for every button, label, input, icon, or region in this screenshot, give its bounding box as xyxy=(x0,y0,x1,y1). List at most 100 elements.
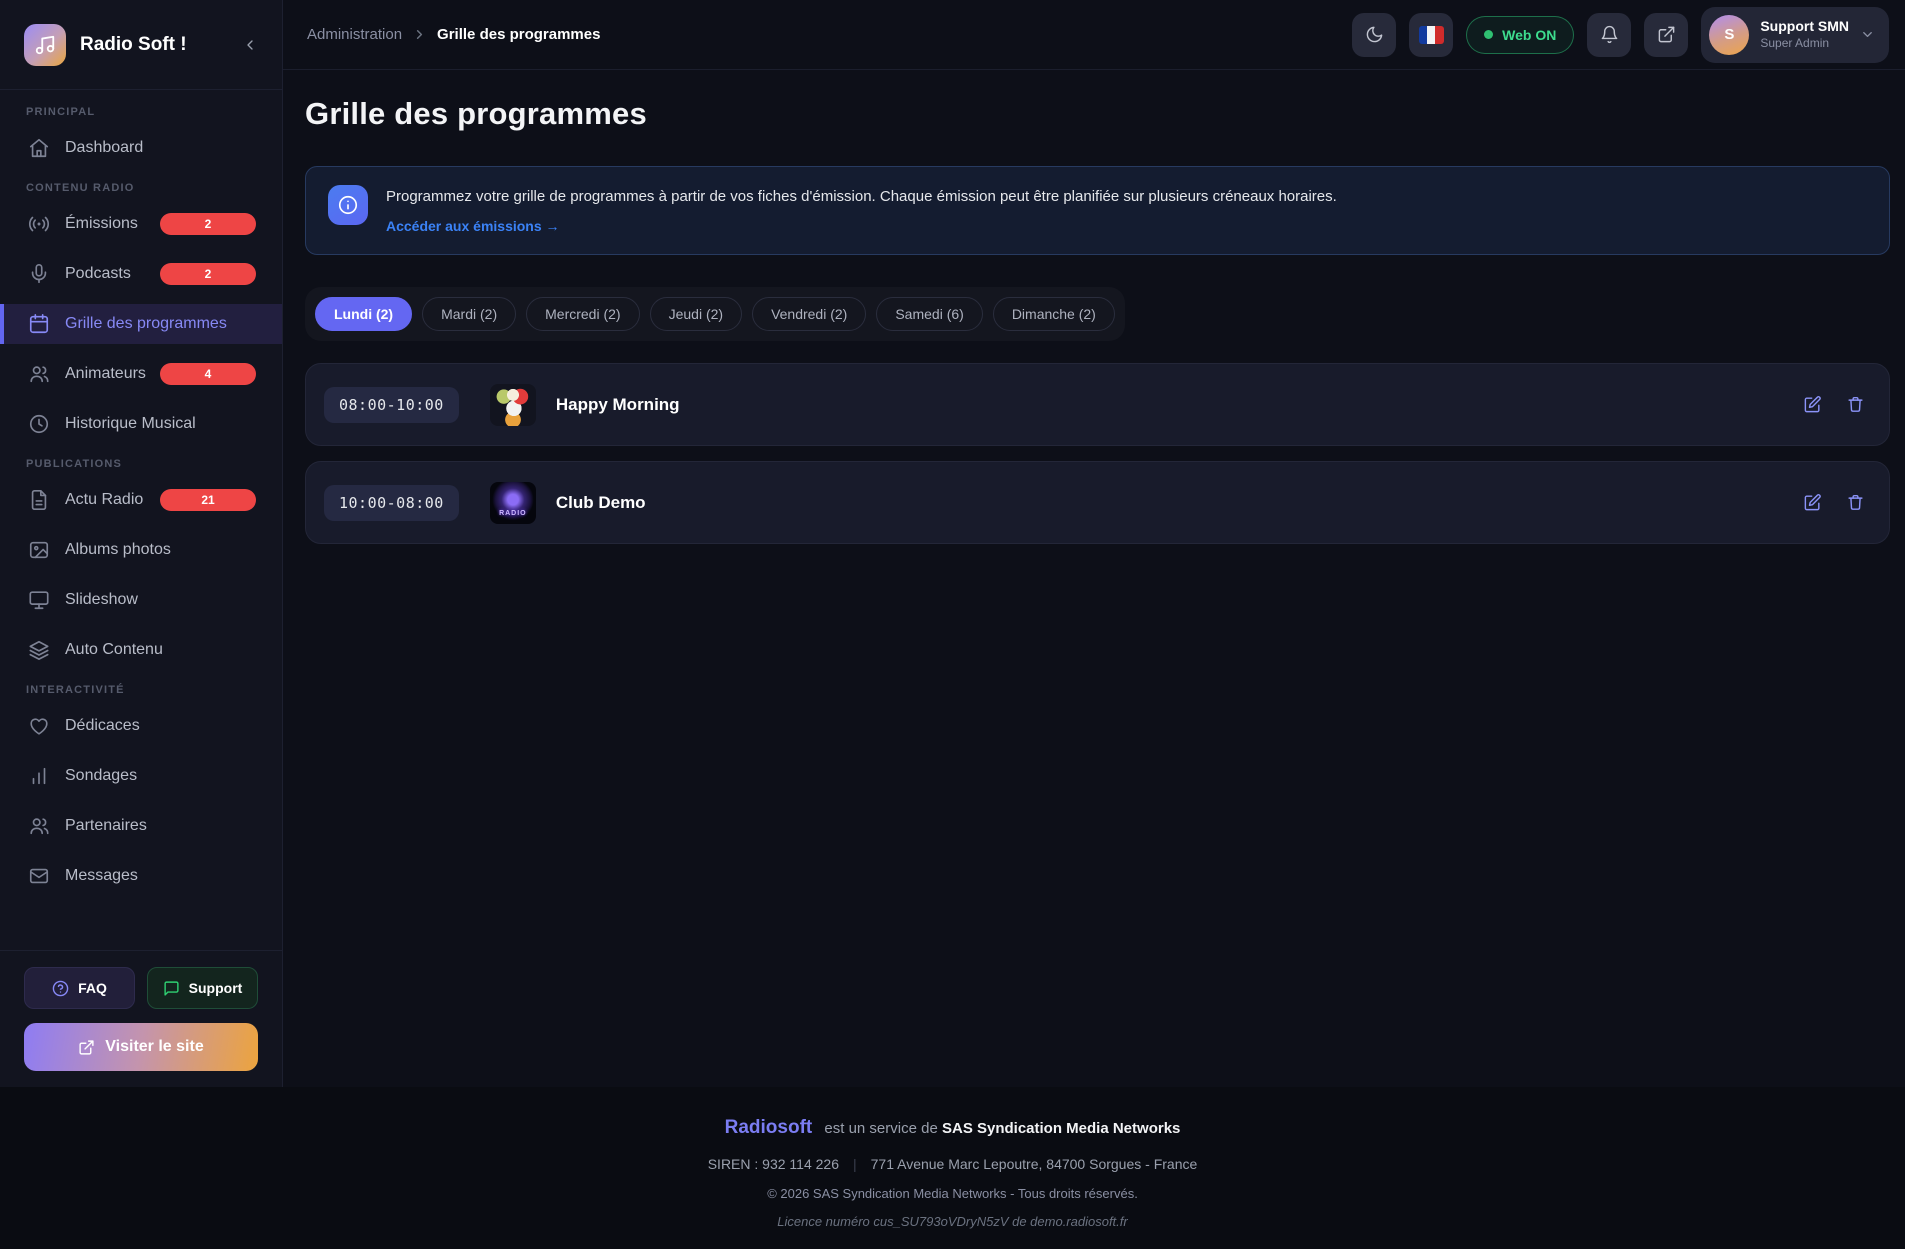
sidebar-item-label: Messages xyxy=(65,867,138,885)
theme-toggle-button[interactable] xyxy=(1352,13,1396,57)
sidebar-collapse-button[interactable] xyxy=(236,31,264,59)
sidebar-item-label: Animateurs xyxy=(65,365,146,383)
sidebar-footer: FAQ Support Visiter le site xyxy=(0,950,282,1087)
sidebar: Radio Soft ! PRINCIPALDashboardCONTENU R… xyxy=(0,0,283,1087)
notifications-button[interactable] xyxy=(1587,13,1631,57)
footer-legal-line: SIREN : 932 114 226 | 771 Avenue Marc Le… xyxy=(0,1156,1905,1172)
day-tab-lundi[interactable]: Lundi (2) xyxy=(315,297,412,331)
breadcrumb: Administration Grille des programmes xyxy=(307,26,600,43)
program-row: 08:00-10:00Happy Morning xyxy=(305,363,1890,446)
monitor-icon xyxy=(28,589,50,611)
sidebar-item-actu-radio[interactable]: Actu Radio 21 xyxy=(16,480,266,520)
open-site-button[interactable] xyxy=(1644,13,1688,57)
sidebar-item-label: Albums photos xyxy=(65,541,171,559)
brand-name: Radio Soft ! xyxy=(80,34,236,56)
language-button[interactable] xyxy=(1409,13,1453,57)
day-tab-jeudi[interactable]: Jeudi (2) xyxy=(650,297,742,331)
web-status-badge[interactable]: Web ON xyxy=(1466,16,1574,54)
support-button[interactable]: Support xyxy=(147,967,258,1009)
external-link-icon xyxy=(1657,25,1676,44)
edit-icon[interactable] xyxy=(1803,395,1822,414)
users-icon xyxy=(28,815,50,837)
sidebar-item-dashboard[interactable]: Dashboard xyxy=(16,128,266,168)
heart-icon xyxy=(28,715,50,737)
sidebar-section-label: PUBLICATIONS xyxy=(26,458,266,470)
sidebar-section-label: CONTENU RADIO xyxy=(26,182,266,194)
chevron-left-icon xyxy=(242,37,258,53)
sidebar-item-grille-des-programmes[interactable]: Grille des programmes xyxy=(0,304,282,344)
moon-icon xyxy=(1365,25,1384,44)
layers-icon xyxy=(28,639,50,661)
sidebar-item-label: Auto Contenu xyxy=(65,641,163,659)
count-badge: 4 xyxy=(160,363,256,385)
footer-service-line: Radiosoft est un service de SAS Syndicat… xyxy=(0,1117,1905,1139)
sidebar-item-label: Actu Radio xyxy=(65,491,143,509)
breadcrumb-root[interactable]: Administration xyxy=(307,26,402,43)
bell-icon xyxy=(1600,25,1619,44)
sidebar-item-historique-musical[interactable]: Historique Musical xyxy=(16,404,266,444)
sidebar-item-auto-contenu[interactable]: Auto Contenu xyxy=(16,630,266,670)
program-logo xyxy=(490,384,536,426)
sidebar-item-sondages[interactable]: Sondages xyxy=(16,756,266,796)
program-logo: RADIO xyxy=(490,482,536,524)
faq-button[interactable]: FAQ xyxy=(24,967,135,1009)
trash-icon[interactable] xyxy=(1846,493,1865,512)
footer-copyright: © 2026 SAS Syndication Media Networks - … xyxy=(0,1186,1905,1201)
sidebar-item-label: Historique Musical xyxy=(65,415,196,433)
sidebar-item-emissions[interactable]: Émissions2 xyxy=(16,204,266,244)
mail-icon xyxy=(28,865,50,887)
sidebar-item-albums-photos[interactable]: Albums photos xyxy=(16,530,266,570)
trash-icon[interactable] xyxy=(1846,395,1865,414)
sidebar-nav: PRINCIPALDashboardCONTENU RADIOÉmissions… xyxy=(0,90,282,950)
chevron-right-icon xyxy=(412,27,427,42)
day-tabs: Lundi (2) Mardi (2) Mercredi (2) Jeudi (2) V… xyxy=(305,287,1125,341)
info-banner-text: Programmez votre grille de programmes à … xyxy=(386,185,1337,205)
breadcrumb-current: Grille des programmes xyxy=(437,26,600,43)
time-slot: 08:00-10:00 xyxy=(324,387,459,423)
sidebar-item-label: Grille des programmes xyxy=(65,315,227,333)
go-to-shows-link[interactable]: Accéder aux émissions → xyxy=(386,218,560,234)
calendar-icon xyxy=(28,313,50,335)
sidebar-item-slideshow[interactable]: Slideshow xyxy=(16,580,266,620)
external-link-icon xyxy=(78,1039,95,1056)
day-tab-mercredi[interactable]: Mercredi (2) xyxy=(526,297,639,331)
count-badge: 2 xyxy=(160,213,256,235)
sidebar-item-animateurs[interactable]: Animateurs 4 xyxy=(16,354,266,394)
sidebar-item-partenaires[interactable]: Partenaires xyxy=(16,806,266,846)
brand-logo-music-note-icon xyxy=(24,24,66,66)
edit-icon[interactable] xyxy=(1803,493,1822,512)
footer-siren: SIREN : 932 114 226 xyxy=(708,1156,839,1172)
topbar: Administration Grille des programmes Web… xyxy=(283,0,1905,70)
home-icon xyxy=(28,137,50,159)
sidebar-item-label: Dashboard xyxy=(65,139,143,157)
chevron-down-icon xyxy=(1860,27,1875,42)
footer-company: SAS Syndication Media Networks xyxy=(942,1120,1180,1137)
footer-service-text: est un service de xyxy=(824,1120,937,1137)
program-row: 10:00-08:00RADIOClub Demo xyxy=(305,461,1890,544)
day-tab-samedi[interactable]: Samedi (6) xyxy=(876,297,982,331)
sidebar-item-messages[interactable]: Messages xyxy=(16,856,266,896)
user-menu[interactable]: S Support SMN Super Admin xyxy=(1701,7,1889,63)
sidebar-header: Radio Soft ! xyxy=(0,0,282,90)
time-slot: 10:00-08:00 xyxy=(324,485,459,521)
info-banner: Programmez votre grille de programmes à … xyxy=(305,166,1890,255)
support-button-label: Support xyxy=(189,980,243,996)
program-list: 08:00-10:00Happy Morning 10:00-08:00 RADIO… xyxy=(305,363,1890,544)
page-title: Grille des programmes xyxy=(305,96,1890,132)
user-role: Super Admin xyxy=(1760,36,1849,51)
visit-site-button[interactable]: Visiter le site xyxy=(24,1023,258,1071)
day-tab-vendredi[interactable]: Vendredi (2) xyxy=(752,297,866,331)
footer-licence: Licence numéro cus_SU793oVDryN5zV de dem… xyxy=(0,1214,1905,1229)
day-tab-mardi[interactable]: Mardi (2) xyxy=(422,297,516,331)
info-icon xyxy=(328,185,368,225)
site-footer: Radiosoft est un service de SAS Syndicat… xyxy=(0,1087,1905,1249)
status-dot-icon xyxy=(1484,30,1493,39)
file-text-icon xyxy=(28,489,50,511)
sidebar-item-podcasts[interactable]: Podcasts2 xyxy=(16,254,266,294)
help-circle-icon xyxy=(52,980,69,997)
sidebar-item-dedicaces[interactable]: Dédicaces xyxy=(16,706,266,746)
image-icon xyxy=(28,539,50,561)
count-badge: 21 xyxy=(160,489,256,511)
footer-brand: Radiosoft xyxy=(725,1117,813,1138)
day-tab-dimanche[interactable]: Dimanche (2) xyxy=(993,297,1115,331)
